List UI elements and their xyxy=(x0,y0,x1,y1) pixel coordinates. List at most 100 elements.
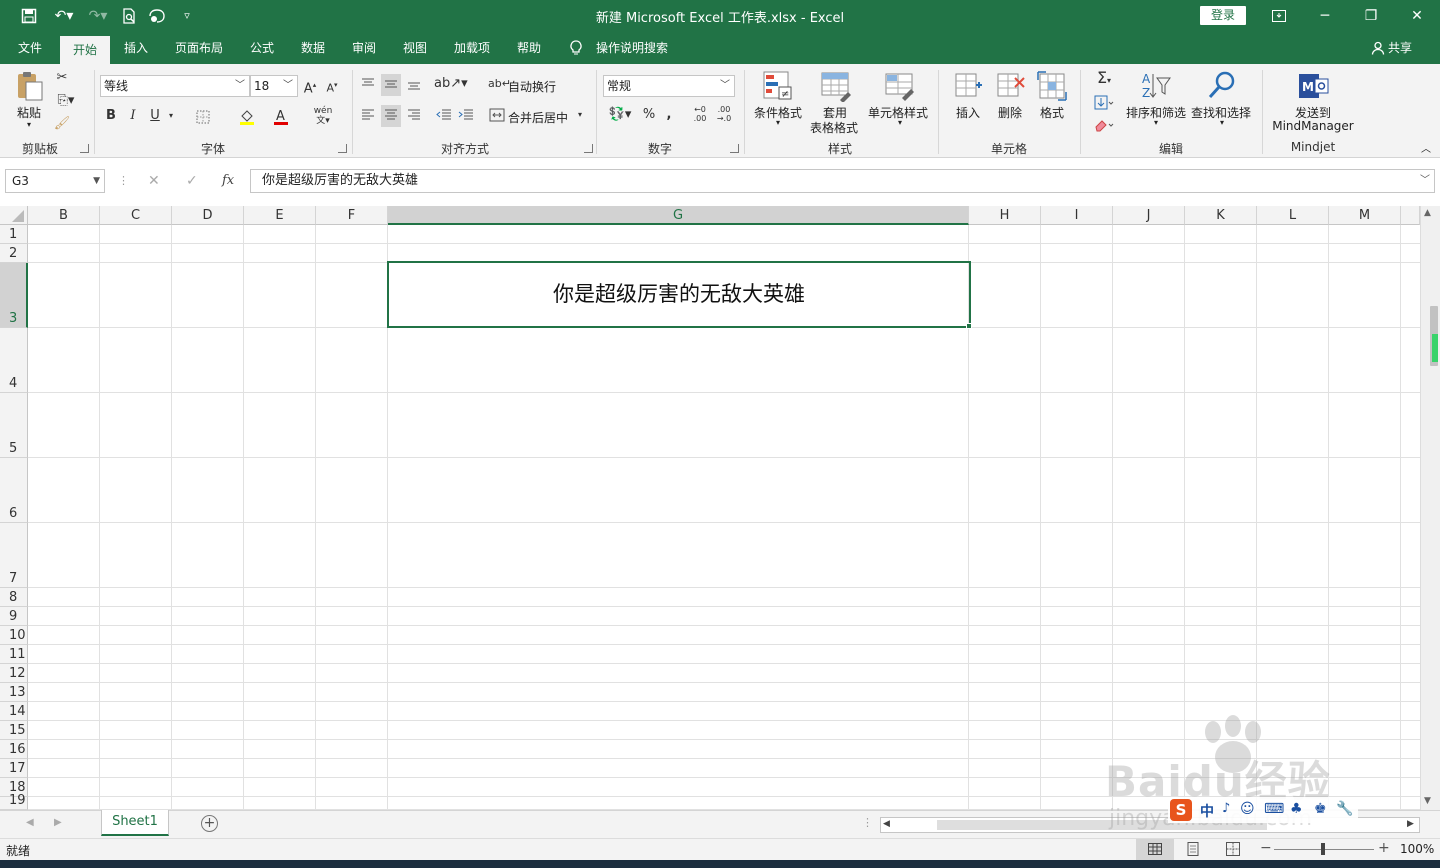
row-header-2[interactable]: 2 xyxy=(0,244,28,263)
merge-center-icon[interactable] xyxy=(488,105,506,127)
format-cells-icon[interactable] xyxy=(1036,70,1068,102)
row-header-16[interactable]: 16 xyxy=(0,740,28,759)
delete-cells-button[interactable]: 删除 xyxy=(990,104,1030,121)
tab-formulas[interactable]: 公式 xyxy=(240,32,284,64)
insert-cells-button[interactable]: 插入 xyxy=(948,104,988,121)
row-header-6[interactable]: 6 xyxy=(0,458,28,523)
align-middle-icon[interactable] xyxy=(381,74,401,96)
chinese-mode-icon[interactable]: 中 xyxy=(1200,801,1214,821)
sort-filter-icon[interactable]: AZ xyxy=(1140,70,1172,102)
fill-icon[interactable] xyxy=(1090,92,1118,114)
login-button[interactable]: 登录 xyxy=(1200,6,1246,25)
accounting-format-icon[interactable]: 💱▾ xyxy=(604,105,636,127)
scroll-right-icon[interactable]: ▶ xyxy=(1407,819,1414,829)
minimize-button[interactable]: ─ xyxy=(1302,0,1348,32)
underline-button[interactable]: U xyxy=(146,106,164,128)
cut-icon[interactable]: ✂ xyxy=(52,68,72,90)
insert-cells-icon[interactable] xyxy=(952,70,984,102)
column-header-k[interactable]: K xyxy=(1185,206,1257,225)
row-header-13[interactable]: 13 xyxy=(0,683,28,702)
find-select-icon[interactable] xyxy=(1206,70,1238,102)
new-sheet-icon[interactable]: + xyxy=(201,815,218,832)
phonetic-icon[interactable]: wén 文▾ xyxy=(308,106,338,128)
restore-button[interactable]: ❐ xyxy=(1348,0,1394,32)
save-icon[interactable] xyxy=(18,6,40,26)
row-header-9[interactable]: 9 xyxy=(0,607,28,626)
column-header-c[interactable]: C xyxy=(100,206,172,225)
format-painter-icon[interactable]: 🖌 xyxy=(52,114,72,136)
font-size-combo[interactable]: 18 ﹀ xyxy=(250,75,298,97)
tab-file[interactable]: 文件 xyxy=(8,32,52,64)
page-break-view-icon[interactable] xyxy=(1226,842,1242,856)
align-bottom-icon[interactable] xyxy=(404,74,424,96)
number-launcher-icon[interactable] xyxy=(730,144,739,153)
scroll-sheets-left-icon[interactable]: ◀ xyxy=(26,817,34,828)
tab-help[interactable]: 帮助 xyxy=(507,32,551,64)
underline-dropdown-icon[interactable]: ▾ xyxy=(166,106,176,128)
row-header-10[interactable]: 10 xyxy=(0,626,28,645)
clipboard-launcher-icon[interactable] xyxy=(80,144,89,153)
alignment-launcher-icon[interactable] xyxy=(584,144,593,153)
increase-font-icon[interactable]: A▴ xyxy=(302,75,318,97)
print-preview-icon[interactable] xyxy=(118,6,140,26)
share-button[interactable]: 共享 xyxy=(1388,32,1422,64)
border-icon[interactable] xyxy=(188,106,218,128)
undo-icon[interactable]: ↶▾ xyxy=(50,6,78,26)
zoom-level[interactable]: 100% xyxy=(1400,842,1434,856)
column-header-e[interactable]: E xyxy=(244,206,316,225)
row-header-14[interactable]: 14 xyxy=(0,702,28,721)
expand-formula-icon[interactable]: ﹀ xyxy=(1420,170,1430,192)
scroll-up-icon[interactable]: ▲ xyxy=(1424,208,1431,218)
ime-toolbar[interactable]: S 中 ♪ ☺ ⌨ ♣ ♚ 🔧 xyxy=(1168,797,1358,823)
name-box[interactable]: G3 ▼ xyxy=(5,169,105,193)
format-as-table-button[interactable]: 表格格式 xyxy=(804,119,864,136)
row-header-7[interactable]: 7 xyxy=(0,523,28,588)
tab-home[interactable]: 开始 xyxy=(60,36,110,64)
number-format-combo[interactable]: 常规 ﹀ xyxy=(603,75,735,97)
page-layout-view-icon[interactable] xyxy=(1186,842,1202,856)
italic-button[interactable]: I xyxy=(124,106,142,128)
merge-dropdown-icon[interactable]: ▾ xyxy=(574,105,586,127)
clear-icon[interactable] xyxy=(1090,115,1118,137)
tab-page-layout[interactable]: 页面布局 xyxy=(168,32,230,64)
keyboard-icon[interactable]: ⌨ xyxy=(1264,801,1284,817)
row-header-5[interactable]: 5 xyxy=(0,393,28,458)
skin-icon[interactable]: ♚ xyxy=(1314,801,1327,817)
format-as-table-icon[interactable] xyxy=(820,70,852,103)
zoom-out-icon[interactable]: − xyxy=(1260,840,1272,856)
delete-cells-icon[interactable] xyxy=(994,70,1026,102)
row-header-1[interactable]: 1 xyxy=(0,225,28,244)
mindmanager-icon[interactable]: M xyxy=(1297,70,1329,102)
wrap-text-button[interactable]: 自动换行 xyxy=(508,78,560,95)
align-center-icon[interactable] xyxy=(381,105,401,127)
sheet-tab-sheet1[interactable]: Sheet1 xyxy=(101,810,169,836)
font-color-icon[interactable]: A xyxy=(266,106,296,128)
row-header-17[interactable]: 17 xyxy=(0,759,28,778)
insert-function-button[interactable]: fx xyxy=(222,173,234,188)
scroll-sheets-right-icon[interactable]: ▶ xyxy=(54,817,62,828)
decrease-font-icon[interactable]: A▾ xyxy=(324,75,340,97)
scroll-down-icon[interactable]: ▼ xyxy=(1424,796,1431,806)
tab-split-grip-icon[interactable]: ⋮ xyxy=(862,816,873,829)
font-launcher-icon[interactable] xyxy=(338,144,347,153)
column-header-m[interactable]: M xyxy=(1329,206,1401,225)
decrease-indent-icon[interactable] xyxy=(434,105,454,127)
autosum-icon[interactable]: Σ▾ xyxy=(1090,68,1118,90)
select-all-corner[interactable] xyxy=(0,206,28,225)
column-header-d[interactable]: D xyxy=(172,206,244,225)
paste-icon[interactable] xyxy=(14,70,46,102)
conditional-formatting-icon[interactable]: ≠ xyxy=(762,70,794,102)
increase-indent-icon[interactable] xyxy=(456,105,476,127)
column-header-b[interactable]: B xyxy=(28,206,100,225)
tab-insert[interactable]: 插入 xyxy=(114,32,158,64)
user-icon[interactable]: ♣ xyxy=(1290,801,1303,817)
tell-me-search[interactable]: 操作说明搜索 xyxy=(594,32,670,64)
emoji-icon[interactable]: ☺ xyxy=(1240,801,1255,817)
settings-wrench-icon[interactable]: 🔧 xyxy=(1336,801,1353,817)
scroll-left-icon[interactable]: ◀ xyxy=(883,819,890,829)
paste-dropdown-icon[interactable]: ▾ xyxy=(22,120,36,129)
wrap-text-icon[interactable]: ab↵ xyxy=(488,74,511,96)
align-top-icon[interactable] xyxy=(358,74,378,96)
tab-review[interactable]: 审阅 xyxy=(342,32,386,64)
column-header-j[interactable]: J xyxy=(1113,206,1185,225)
